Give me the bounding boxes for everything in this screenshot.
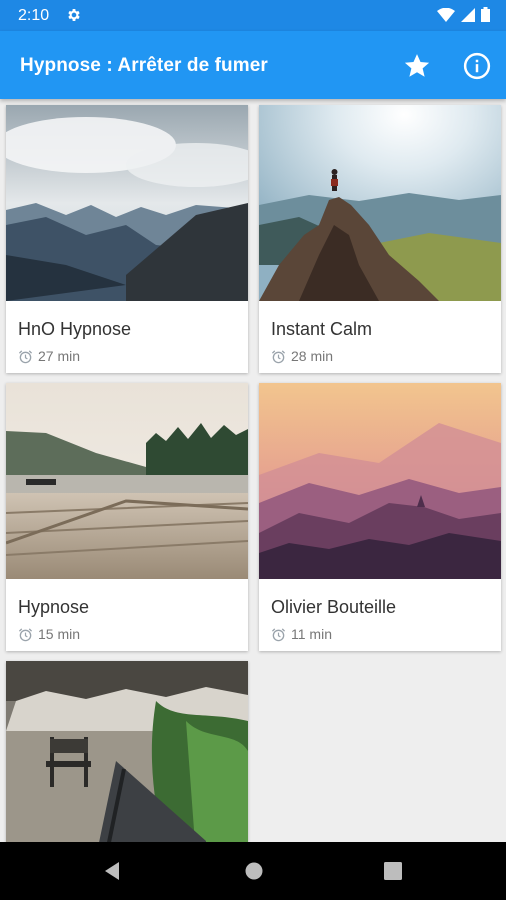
alarm-clock-icon — [18, 349, 33, 363]
duration-text: 27 min — [38, 348, 81, 364]
alarm-clock-icon — [18, 627, 33, 641]
system-navigation-bar — [0, 842, 506, 900]
session-image-mountain-valley — [6, 105, 248, 301]
session-card[interactable] — [6, 661, 248, 842]
app-bar: Hypnose : Arrêter de fumer — [0, 31, 506, 99]
star-icon — [404, 54, 430, 77]
session-duration: 15 min — [18, 626, 80, 642]
session-card[interactable]: HnO Hypnose 27 min — [6, 105, 248, 373]
duration-text: 15 min — [38, 626, 81, 642]
session-image-wooden-dock-lake — [6, 383, 248, 579]
status-bar: 2:10 — [0, 0, 506, 31]
battery-icon — [481, 7, 490, 22]
gear-icon — [66, 7, 82, 28]
page-title: Hypnose : Arrêter de fumer — [20, 55, 268, 76]
status-time: 2:10 — [18, 7, 50, 24]
alarm-clock-icon — [271, 627, 286, 641]
alarm-clock-icon — [271, 349, 286, 363]
duration-text: 11 min — [291, 626, 332, 642]
favorites-button[interactable] — [402, 51, 432, 81]
info-icon — [463, 52, 491, 80]
session-grid: HnO Hypnose 27 min Instant Calm 28 min H… — [0, 99, 506, 842]
session-duration: 28 min — [271, 348, 333, 364]
session-duration: 27 min — [18, 348, 80, 364]
info-button[interactable] — [462, 51, 492, 81]
nav-back-button[interactable] — [102, 861, 122, 886]
signal-icon — [461, 7, 475, 22]
session-card[interactable]: Hypnose 15 min — [6, 383, 248, 651]
session-title: HnO Hypnose — [18, 319, 132, 339]
session-title: Hypnose — [18, 597, 90, 617]
system-icons — [437, 7, 490, 22]
nav-recents-button[interactable] — [384, 862, 402, 885]
session-card[interactable]: Instant Calm 28 min — [259, 105, 501, 373]
back-triangle-icon — [105, 862, 119, 880]
home-circle-icon — [245, 862, 263, 880]
session-image-misty-sunset-hills — [259, 383, 501, 579]
recents-square-icon — [384, 862, 402, 880]
session-image-hiker-on-peak — [259, 105, 501, 301]
session-title: Instant Calm — [271, 319, 373, 339]
session-image-garden-bench — [6, 661, 248, 842]
session-title: Olivier Bouteille — [271, 597, 397, 617]
wifi-icon — [437, 7, 455, 22]
session-card[interactable]: Olivier Bouteille 11 min — [259, 383, 501, 651]
nav-home-button[interactable] — [244, 861, 264, 886]
duration-text: 28 min — [291, 348, 334, 364]
session-duration: 11 min — [271, 626, 332, 642]
